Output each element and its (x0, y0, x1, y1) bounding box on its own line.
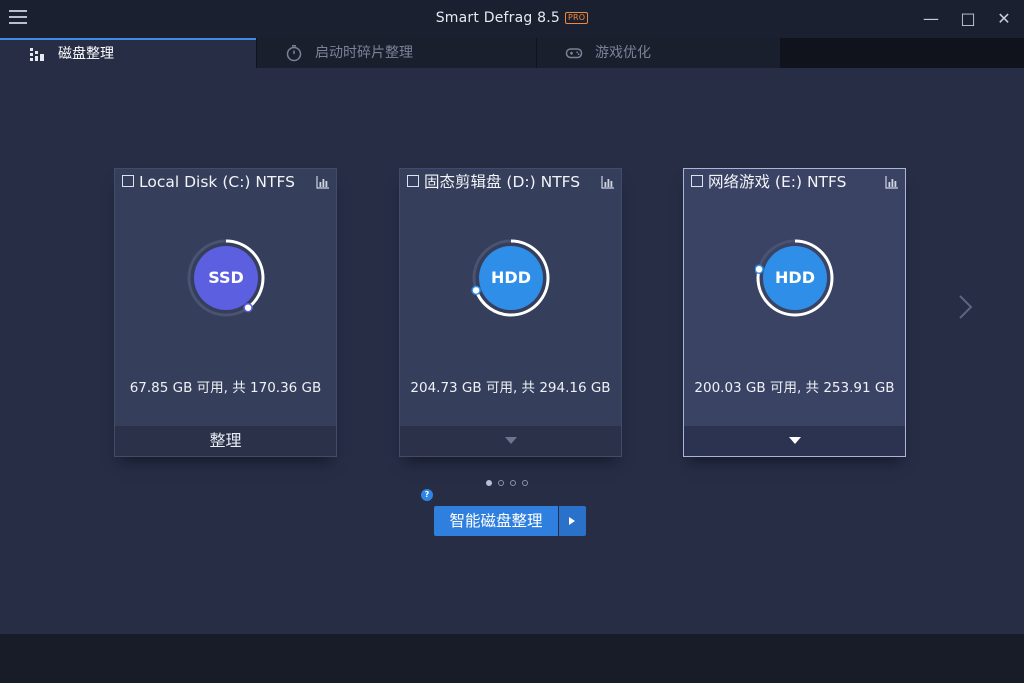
disk-card-c[interactable]: Local Disk (C:) NTFS SSD 67.85 GB 可用, 共 … (114, 168, 337, 457)
disk-type-label: HDD (491, 268, 531, 287)
bar-chart-icon[interactable] (316, 175, 330, 189)
bar-chart-icon[interactable] (601, 175, 615, 189)
bar-chart-icon[interactable] (885, 175, 899, 189)
disk-expand-button[interactable] (400, 426, 621, 456)
smart-defrag-button[interactable]: 智能磁盘整理 (434, 506, 586, 536)
disk-defrag-icon (30, 48, 44, 61)
pro-badge: PRO (564, 12, 589, 24)
maximize-button[interactable]: □ (958, 9, 978, 29)
disk-name: 网络游戏 (E:) NTFS (708, 173, 847, 191)
tab-label: 游戏优化 (595, 45, 651, 61)
disk-checkbox[interactable] (122, 175, 134, 187)
title-bar: Smart Defrag 8.5 PRO — □ ✕ (0, 0, 1024, 38)
disk-name: 固态剪辑盘 (D:) NTFS (424, 173, 581, 191)
tab-bar: 磁盘整理 启动时碎片整理 游戏优化 (0, 38, 1024, 68)
help-icon[interactable]: ? (421, 489, 433, 501)
disk-space-info: 200.03 GB 可用, 共 253.91 GB (694, 380, 895, 396)
disk-space-info: 204.73 GB 可用, 共 294.16 GB (410, 380, 611, 396)
app-title-text: Smart Defrag 8.5 (435, 10, 560, 26)
disk-type-label: HDD (775, 268, 815, 287)
page-dot[interactable] (522, 480, 528, 486)
tab-boot-time-defrag[interactable]: 启动时碎片整理 (257, 38, 536, 68)
minimize-button[interactable]: — (921, 9, 941, 29)
disk-card-header: 固态剪辑盘 (D:) NTFS (407, 171, 615, 193)
page-dot[interactable] (486, 480, 492, 486)
disk-name: Local Disk (C:) NTFS (139, 173, 295, 191)
disk-checkbox[interactable] (691, 175, 703, 187)
minimize-icon: — (923, 9, 939, 28)
disk-card-d[interactable]: 固态剪辑盘 (D:) NTFS HDD 204.73 GB 可用, 共 294.… (399, 168, 622, 457)
chevron-down-icon (504, 437, 517, 444)
main-panel: Local Disk (C:) NTFS SSD 67.85 GB 可用, 共 … (0, 68, 1024, 634)
close-button[interactable]: ✕ (994, 9, 1014, 29)
disk-expand-button[interactable] (684, 426, 905, 456)
chevron-right-icon[interactable] (956, 293, 976, 321)
disk-card-e[interactable]: 网络游戏 (E:) NTFS HDD 200.03 GB 可用, 共 253.9… (683, 168, 906, 457)
chevron-down-icon (788, 437, 801, 444)
tab-label: 启动时碎片整理 (315, 45, 413, 61)
smart-defrag-options-button[interactable] (559, 506, 586, 536)
play-arrow-icon (569, 517, 575, 525)
disk-type-label: SSD (208, 268, 244, 287)
defrag-button[interactable]: 整理 (115, 426, 336, 456)
boot-timer-icon (286, 45, 302, 62)
status-bar (0, 634, 1024, 683)
page-dot[interactable] (498, 480, 504, 486)
maximize-icon: □ (960, 9, 976, 28)
gamepad-icon (565, 48, 583, 59)
tab-disk-defrag[interactable]: 磁盘整理 (0, 38, 256, 68)
defrag-button-label: 整理 (209, 431, 242, 450)
tab-game-optimize[interactable]: 游戏优化 (537, 38, 780, 68)
page-dot[interactable] (510, 480, 516, 486)
close-icon: ✕ (997, 9, 1011, 28)
disk-card-header: Local Disk (C:) NTFS (122, 171, 330, 193)
smart-defrag-label[interactable]: 智能磁盘整理 (434, 506, 558, 536)
tab-label: 磁盘整理 (58, 46, 114, 62)
disk-card-header: 网络游戏 (E:) NTFS (691, 171, 899, 193)
disk-checkbox[interactable] (407, 175, 419, 187)
app-title: Smart Defrag 8.5 PRO (0, 10, 1024, 26)
disk-space-info: 67.85 GB 可用, 共 170.36 GB (129, 380, 322, 396)
